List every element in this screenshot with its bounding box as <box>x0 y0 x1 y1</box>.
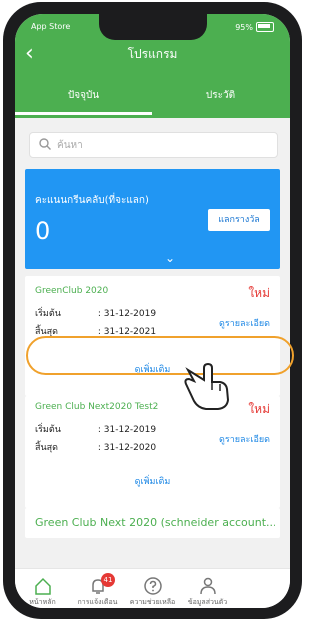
tab-history[interactable]: ประวัติ <box>152 88 289 103</box>
detail-link[interactable]: ดูรายละเอียด <box>219 432 270 446</box>
start-date: : 31-12-2019 <box>97 425 157 435</box>
carrier-label: App Store <box>31 22 71 31</box>
points-value: 0 <box>35 217 51 245</box>
search-placeholder: ค้นหา <box>57 140 83 151</box>
page-title: โปรแกรม <box>127 47 178 61</box>
battery-icon <box>256 22 274 32</box>
redeem-button[interactable]: แลกรางวัล <box>208 209 270 231</box>
end-label: สิ้นสุด <box>35 443 58 453</box>
end-date: : 31-12-2020 <box>97 443 157 453</box>
points-card: คะแนนกรีนคลับ(ที่จะแลก) 0 แลกรางวัล ⌄ <box>25 169 280 269</box>
tab-current[interactable]: ปัจจุบัน <box>15 88 152 103</box>
nav-home-label: หน้าหลัก <box>29 598 56 606</box>
program-card[interactable]: Green Club Next 2020 (schneider account.… <box>25 508 280 538</box>
screen: App Store 95% ‹ โปรแกรม ปัจจุบัน ประวัติ… <box>15 14 290 608</box>
start-date-row: เริ่มต้น : 31-12-2019 <box>35 306 156 320</box>
bottom-nav: หน้าหลัก 41 การแจ้งเตือน ความช่วยเหลือ ข… <box>15 568 290 608</box>
start-date-row: เริ่มต้น : 31-12-2019 <box>35 422 156 436</box>
home-icon <box>34 577 51 595</box>
phone-frame: App Store 95% ‹ โปรแกรม ปัจจุบัน ประวัติ… <box>3 2 302 619</box>
search-field[interactable]: ค้นหา <box>29 132 278 158</box>
notification-badge: 41 <box>101 573 115 587</box>
new-badge: ใหม่ <box>248 402 270 416</box>
program-name: GreenClub 2020 <box>35 286 109 296</box>
help-icon <box>143 577 162 595</box>
nav-help[interactable]: ความช่วยเหลือ <box>125 575 180 608</box>
detail-link[interactable]: ดูรายละเอียด <box>219 316 270 330</box>
see-more-highlight <box>26 336 294 375</box>
nav-profile[interactable]: ข้อมูลส่วนตัว <box>180 575 235 608</box>
nav-notifications[interactable]: 41 การแจ้งเตือน <box>70 573 125 608</box>
see-more-link[interactable]: ดูเพิ่มเติม <box>25 474 280 488</box>
points-label: คะแนนกรีนคลับ(ที่จะแลก) <box>35 195 149 206</box>
end-date-row: สิ้นสุด : 31-12-2020 <box>35 440 156 454</box>
program-card: Green Club Next2020 Test2 ใหม่ เริ่มต้น … <box>25 396 280 508</box>
notch <box>99 14 207 40</box>
nav-help-label: ความช่วยเหลือ <box>129 598 176 606</box>
nav-profile-label: ข้อมูลส่วนตัว <box>187 598 228 606</box>
user-icon <box>199 577 216 595</box>
active-tab-indicator <box>15 112 152 115</box>
start-label: เริ่มต้น <box>35 309 61 319</box>
battery-status: 95% <box>235 22 274 32</box>
battery-percent: 95% <box>235 22 253 32</box>
nav-home[interactable]: หน้าหลัก <box>15 575 70 608</box>
start-label: เริ่มต้น <box>35 425 61 435</box>
nav-notifications-label: การแจ้งเตือน <box>77 598 118 606</box>
chevron-down-icon[interactable]: ⌄ <box>165 251 175 265</box>
search-icon <box>39 138 51 150</box>
start-date: : 31-12-2019 <box>97 309 157 319</box>
new-badge: ใหม่ <box>248 286 270 300</box>
pointing-hand-icon <box>184 362 230 410</box>
program-name: Green Club Next2020 Test2 <box>35 402 159 412</box>
program-name: Green Club Next 2020 (schneider account.… <box>35 516 275 529</box>
